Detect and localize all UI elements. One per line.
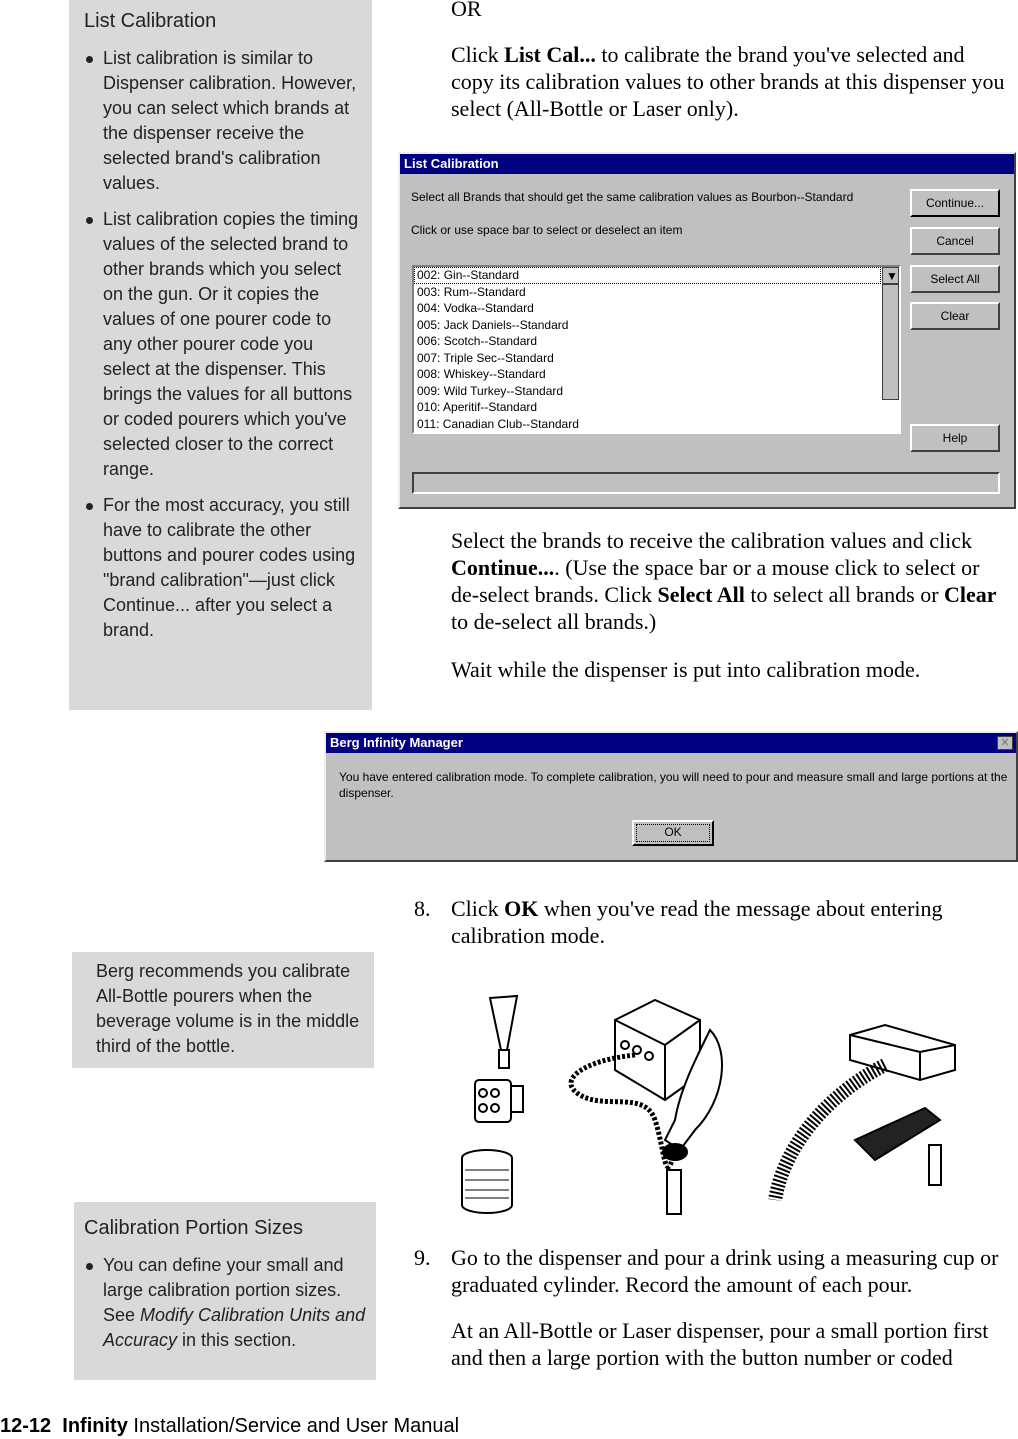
help-button[interactable]: Help <box>910 424 1000 452</box>
list-item[interactable]: 009: Wild Turkey--Standard <box>414 383 899 400</box>
page-footer: 12-12 Infinity Installation/Service and … <box>0 1415 459 1438</box>
list-item[interactable]: 008: Whiskey--Standard <box>414 366 899 383</box>
scroll-thumb[interactable] <box>882 284 899 400</box>
status-bar <box>412 472 1000 494</box>
list-calibration-dialog: List Calibration Select all Brands that … <box>398 152 1016 509</box>
list-item[interactable]: 006: Scotch--Standard <box>414 333 899 350</box>
scroll-down-icon[interactable]: ▼ <box>882 267 899 284</box>
message-box-title: Berg Infinity Manager <box>326 733 1016 753</box>
note-text: Berg recommends you calibrate All-Bottle… <box>96 961 360 1056</box>
paragraph-list-cal: Click List Cal... to calibrate the brand… <box>451 42 1005 121</box>
list-item[interactable]: 002: Gin--Standard <box>414 267 881 284</box>
continue-button[interactable]: Continue... <box>910 189 1000 217</box>
list-item[interactable]: 007: Triple Sec--Standard <box>414 350 899 367</box>
list-item[interactable]: 010: Aperitif--Standard <box>414 399 899 416</box>
close-icon[interactable]: ✕ <box>997 736 1013 750</box>
ok-button[interactable]: OK <box>632 820 714 846</box>
list-item[interactable]: 005: Jack Daniels--Standard <box>414 317 899 334</box>
clear-button[interactable]: Clear <box>910 302 1000 330</box>
product-name: Infinity <box>62 1415 128 1437</box>
step-9: 9. Go to the dispenser and pour a drink u… <box>414 1245 999 1297</box>
dispenser-illustration <box>461 994 956 1215</box>
dialog-title: List Calibration <box>400 154 1014 174</box>
note-portion-sizes: Calibration Portion Sizes You can define… <box>74 1202 376 1380</box>
note-item: For the most accuracy, you still have to… <box>84 493 362 643</box>
note-item: List calibration copies the timing value… <box>84 207 362 482</box>
select-all-button[interactable]: Select All <box>910 265 1000 293</box>
cancel-button[interactable]: Cancel <box>910 227 1000 255</box>
hint-text: Click or use space bar to select or dese… <box>411 223 683 237</box>
step-8: 8. Click OK when you've read the message … <box>414 896 943 948</box>
all-bottle-pourer-icon <box>461 994 524 1214</box>
note-item: You can define your small and large cali… <box>84 1253 366 1353</box>
note-title: List Calibration <box>84 10 217 32</box>
list-item[interactable]: 004: Vodka--Standard <box>414 300 899 317</box>
list-item[interactable]: 003: Rum--Standard <box>414 284 899 301</box>
note-item: List calibration is similar to Dispenser… <box>84 46 362 196</box>
message-text: You have entered calibration mode. To co… <box>339 770 1008 800</box>
note-list-calibration: List Calibration List calibration is sim… <box>69 0 372 710</box>
instruction-text: Select all Brands that should get the sa… <box>411 190 854 204</box>
paragraph-select-brands: Select the brands to receive the calibra… <box>451 528 997 634</box>
paragraph-pour: At an All-Bottle or Laser dispenser, pou… <box>451 1318 989 1370</box>
paragraph-wait: Wait while the dispenser is put into cal… <box>451 657 921 682</box>
or-text: OR <box>451 0 482 21</box>
note-recommendation: Berg recommends you calibrate All-Bottle… <box>72 952 374 1068</box>
list-item[interactable]: 011: Canadian Club--Standard <box>414 416 899 433</box>
brand-listbox[interactable]: 002: Gin--Standard 003: Rum--Standard 00… <box>412 265 901 434</box>
coded-pourer-icon <box>768 1023 956 1202</box>
note-title: Calibration Portion Sizes <box>84 1217 303 1239</box>
scrollbar[interactable]: ▲ ▼ <box>882 267 899 400</box>
manual-title: Installation/Service and User Manual <box>127 1415 460 1437</box>
page-number: 12-12 <box>0 1415 52 1437</box>
laser-dispenser-icon <box>568 998 723 1215</box>
message-box: Berg Infinity Manager ✕ You have entered… <box>324 731 1018 862</box>
